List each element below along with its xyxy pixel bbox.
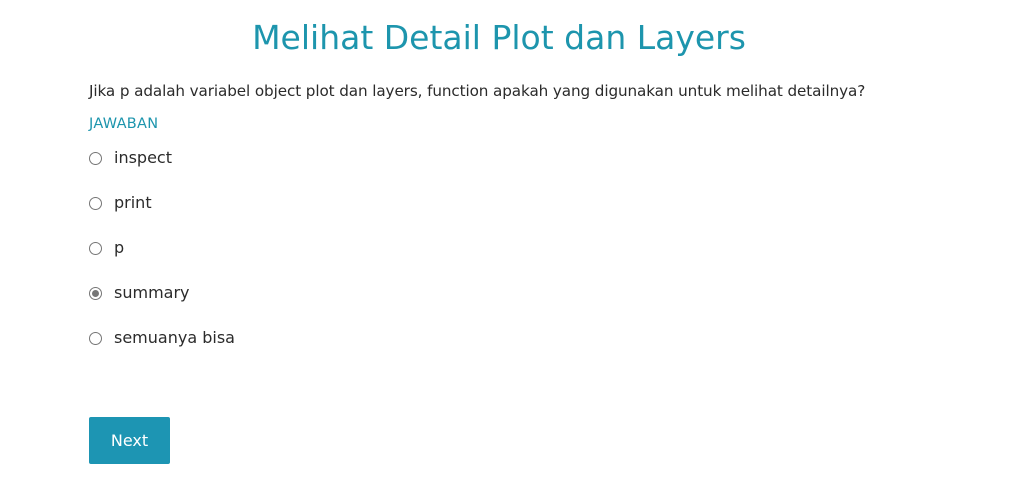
answer-label: JAWABAN bbox=[89, 116, 159, 132]
radio-button-semuanya-bisa[interactable] bbox=[89, 331, 102, 345]
page-title: Melihat Detail Plot dan Layers bbox=[252, 18, 746, 57]
option-inspect[interactable]: inspect bbox=[89, 146, 235, 170]
answer-options: inspect print p summary semuanya bisa bbox=[89, 146, 235, 371]
option-p[interactable]: p bbox=[89, 236, 235, 260]
radio-button-summary[interactable] bbox=[89, 286, 102, 300]
option-label[interactable]: print bbox=[114, 192, 152, 214]
option-label[interactable]: semuanya bisa bbox=[114, 327, 235, 349]
option-semuanya-bisa[interactable]: semuanya bisa bbox=[89, 326, 235, 350]
next-button[interactable]: Next bbox=[89, 417, 170, 464]
option-summary[interactable]: summary bbox=[89, 281, 235, 305]
option-label[interactable]: p bbox=[114, 237, 124, 259]
radio-button-print[interactable] bbox=[89, 196, 102, 210]
option-label[interactable]: summary bbox=[114, 282, 190, 304]
option-print[interactable]: print bbox=[89, 191, 235, 215]
radio-button-p[interactable] bbox=[89, 241, 102, 255]
option-label[interactable]: inspect bbox=[114, 147, 172, 169]
question-text: Jika p adalah variabel object plot dan l… bbox=[89, 82, 866, 100]
radio-button-inspect[interactable] bbox=[89, 151, 102, 165]
